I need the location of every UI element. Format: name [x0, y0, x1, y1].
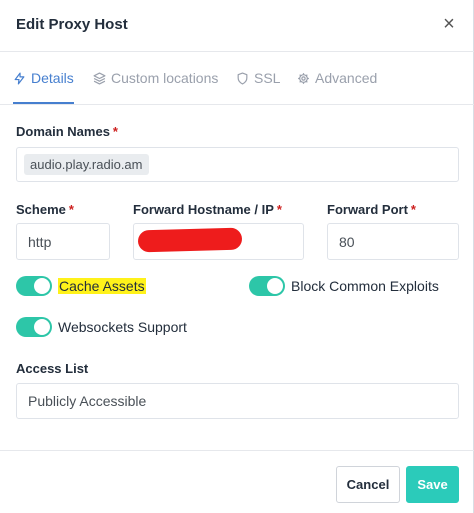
required-mark: *	[68, 202, 74, 217]
scheme-label: Scheme *	[16, 202, 74, 217]
modal-header: Edit Proxy Host ×	[0, 0, 474, 52]
forward-port-label: Forward Port *	[327, 202, 416, 217]
tab-advanced-label: Advanced	[315, 70, 378, 86]
redaction-mark	[137, 227, 243, 253]
websockets-toggle[interactable]	[16, 317, 52, 337]
scheme-input[interactable]: http	[16, 223, 110, 260]
close-icon[interactable]: ×	[440, 14, 458, 34]
websockets-label: Websockets Support	[58, 319, 187, 335]
tab-details[interactable]: Details	[13, 70, 74, 104]
shield-icon	[237, 72, 248, 85]
domain-names-label-text: Domain Names	[16, 124, 110, 139]
required-mark: *	[112, 124, 118, 139]
domain-names-input[interactable]: audio.play.radio.am	[16, 147, 459, 182]
toggle-knob	[267, 278, 283, 294]
forward-port-value: 80	[339, 233, 355, 250]
forward-hostname-label: Forward Hostname / IP *	[133, 202, 282, 217]
tab-ssl-label: SSL	[254, 70, 281, 86]
save-button[interactable]: Save	[406, 466, 459, 503]
bolt-icon	[14, 72, 25, 85]
block-exploits-toggle[interactable]	[249, 276, 285, 296]
scheme-value: http	[28, 233, 52, 250]
access-list-select[interactable]: Publicly Accessible	[16, 383, 459, 419]
cache-assets-label-text: Cache Assets	[58, 278, 146, 294]
tab-bar: Details Custom locations SSL Advanced	[0, 52, 474, 105]
tab-custom-locations-label: Custom locations	[111, 70, 219, 86]
tab-custom-locations[interactable]: Custom locations	[93, 70, 218, 104]
forward-port-input[interactable]: 80	[327, 223, 459, 260]
layers-icon	[93, 72, 106, 85]
cache-assets-label: Cache Assets	[58, 278, 146, 294]
forward-port-label-text: Forward Port	[327, 202, 408, 217]
forward-hostname-label-text: Forward Hostname / IP	[133, 202, 274, 217]
tab-details-label: Details	[31, 70, 74, 86]
required-mark: *	[410, 202, 416, 217]
access-list-label: Access List	[16, 361, 89, 376]
tab-ssl[interactable]: SSL	[236, 70, 280, 104]
toggle-knob	[34, 278, 50, 294]
edit-proxy-host-modal: Edit Proxy Host × Details Custom locatio…	[0, 0, 474, 513]
tab-advanced[interactable]: Advanced	[297, 70, 377, 104]
scheme-label-text: Scheme	[16, 202, 66, 217]
domain-names-label: Domain Names *	[16, 124, 118, 139]
gear-icon	[298, 73, 309, 84]
access-list-value: Publicly Accessible	[28, 393, 147, 409]
cancel-button[interactable]: Cancel	[336, 466, 400, 503]
block-exploits-label: Block Common Exploits	[291, 278, 439, 294]
cache-assets-toggle[interactable]	[16, 276, 52, 296]
modal-footer: Cancel Save	[0, 450, 474, 513]
modal-title: Edit Proxy Host	[16, 16, 128, 33]
domain-chip[interactable]: audio.play.radio.am	[24, 154, 149, 175]
toggle-knob	[34, 319, 50, 335]
required-mark: *	[276, 202, 282, 217]
